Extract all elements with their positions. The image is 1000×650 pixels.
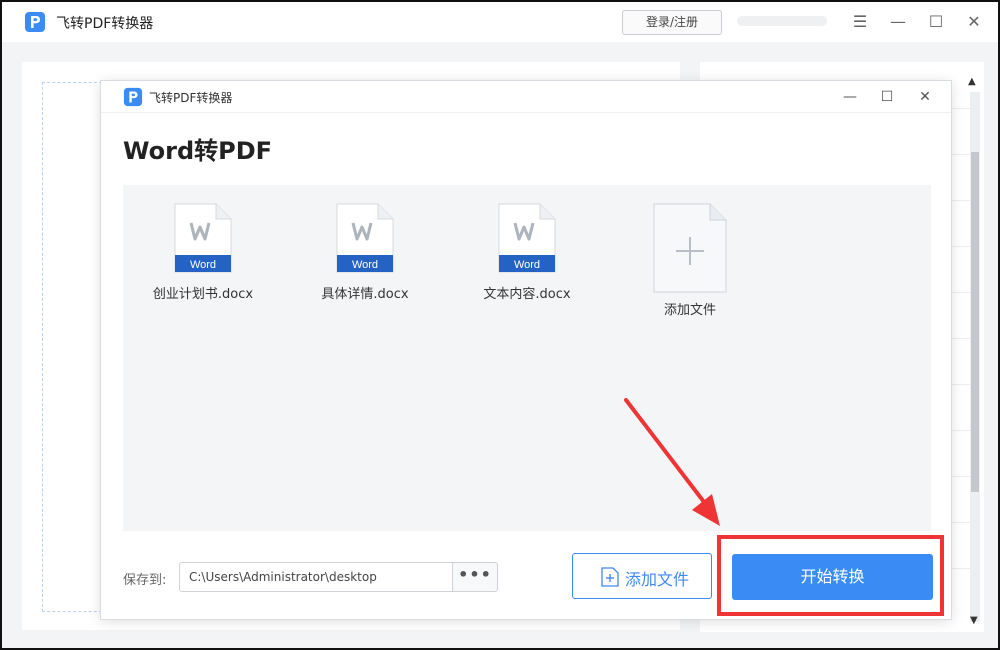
add-file-tile-label[interactable]: 添加文件 (635, 299, 745, 318)
close-icon[interactable]: ✕ (962, 10, 986, 34)
app-title: 飞转PDF转换器 (56, 16, 154, 32)
file-item[interactable]: Word 具体详情.docx (295, 203, 435, 302)
file-name: 创业计划书.docx (152, 287, 254, 302)
save-to-label: 保存到: (123, 573, 167, 588)
highlight-frame (717, 535, 944, 616)
pdf-p-logo-icon (25, 12, 45, 32)
screen: 飞转PDF转换器 登录/注册 ☰ — ☐ ✕ ▲ ▼ 飞转PDF转换器 — ☐ (0, 0, 1000, 650)
dialog-title: 飞转PDF转换器 (149, 91, 233, 105)
background-scrollbar-thumb[interactable] (971, 152, 979, 492)
minimize-icon[interactable]: — (886, 10, 910, 34)
main-title-bar: 飞转PDF转换器 登录/注册 ☰ — ☐ ✕ (2, 2, 998, 42)
minimize-icon[interactable]: — (838, 85, 862, 109)
maximize-icon[interactable]: ☐ (924, 10, 948, 34)
word-file-icon: Word (174, 203, 232, 273)
file-item[interactable]: Word 创业计划书.docx (133, 203, 273, 302)
save-path-input[interactable]: C:\Users\Administrator\desktop (179, 562, 453, 592)
file-item[interactable]: Word 文本内容.docx (457, 203, 597, 302)
add-file-button-label: 添加文件 (625, 570, 690, 589)
add-file-button[interactable]: 添加文件 (572, 553, 712, 599)
word-badge: Word (190, 259, 216, 271)
background-drop-zone (42, 82, 102, 612)
pdf-p-logo-icon (123, 87, 143, 107)
maximize-icon[interactable]: ☐ (875, 85, 899, 109)
dialog-heading: Word转PDF (123, 137, 273, 165)
word-file-icon: Word (498, 203, 556, 273)
menu-icon[interactable]: ☰ (848, 10, 872, 34)
close-icon[interactable]: ✕ (913, 85, 937, 109)
word-badge: Word (352, 259, 378, 271)
add-file-plus-icon[interactable] (653, 203, 727, 293)
scroll-up-arrow-icon[interactable]: ▲ (968, 76, 976, 87)
add-file-icon (601, 567, 619, 587)
word-file-icon: Word (336, 203, 394, 273)
file-name: 具体详情.docx (321, 287, 409, 302)
scroll-down-arrow-icon[interactable]: ▼ (970, 615, 978, 626)
blurred-user-area (737, 16, 827, 26)
file-name: 文本内容.docx (483, 287, 571, 302)
word-badge: Word (514, 259, 540, 271)
login-register-button[interactable]: 登录/注册 (622, 10, 722, 35)
file-list-area[interactable]: Word 创业计划书.docx Word 具体详情.docx Word 文本内容… (123, 185, 931, 531)
browse-folder-button[interactable]: ••• (452, 562, 498, 592)
dialog-title-bar: 飞转PDF转换器 — ☐ ✕ (101, 81, 951, 113)
